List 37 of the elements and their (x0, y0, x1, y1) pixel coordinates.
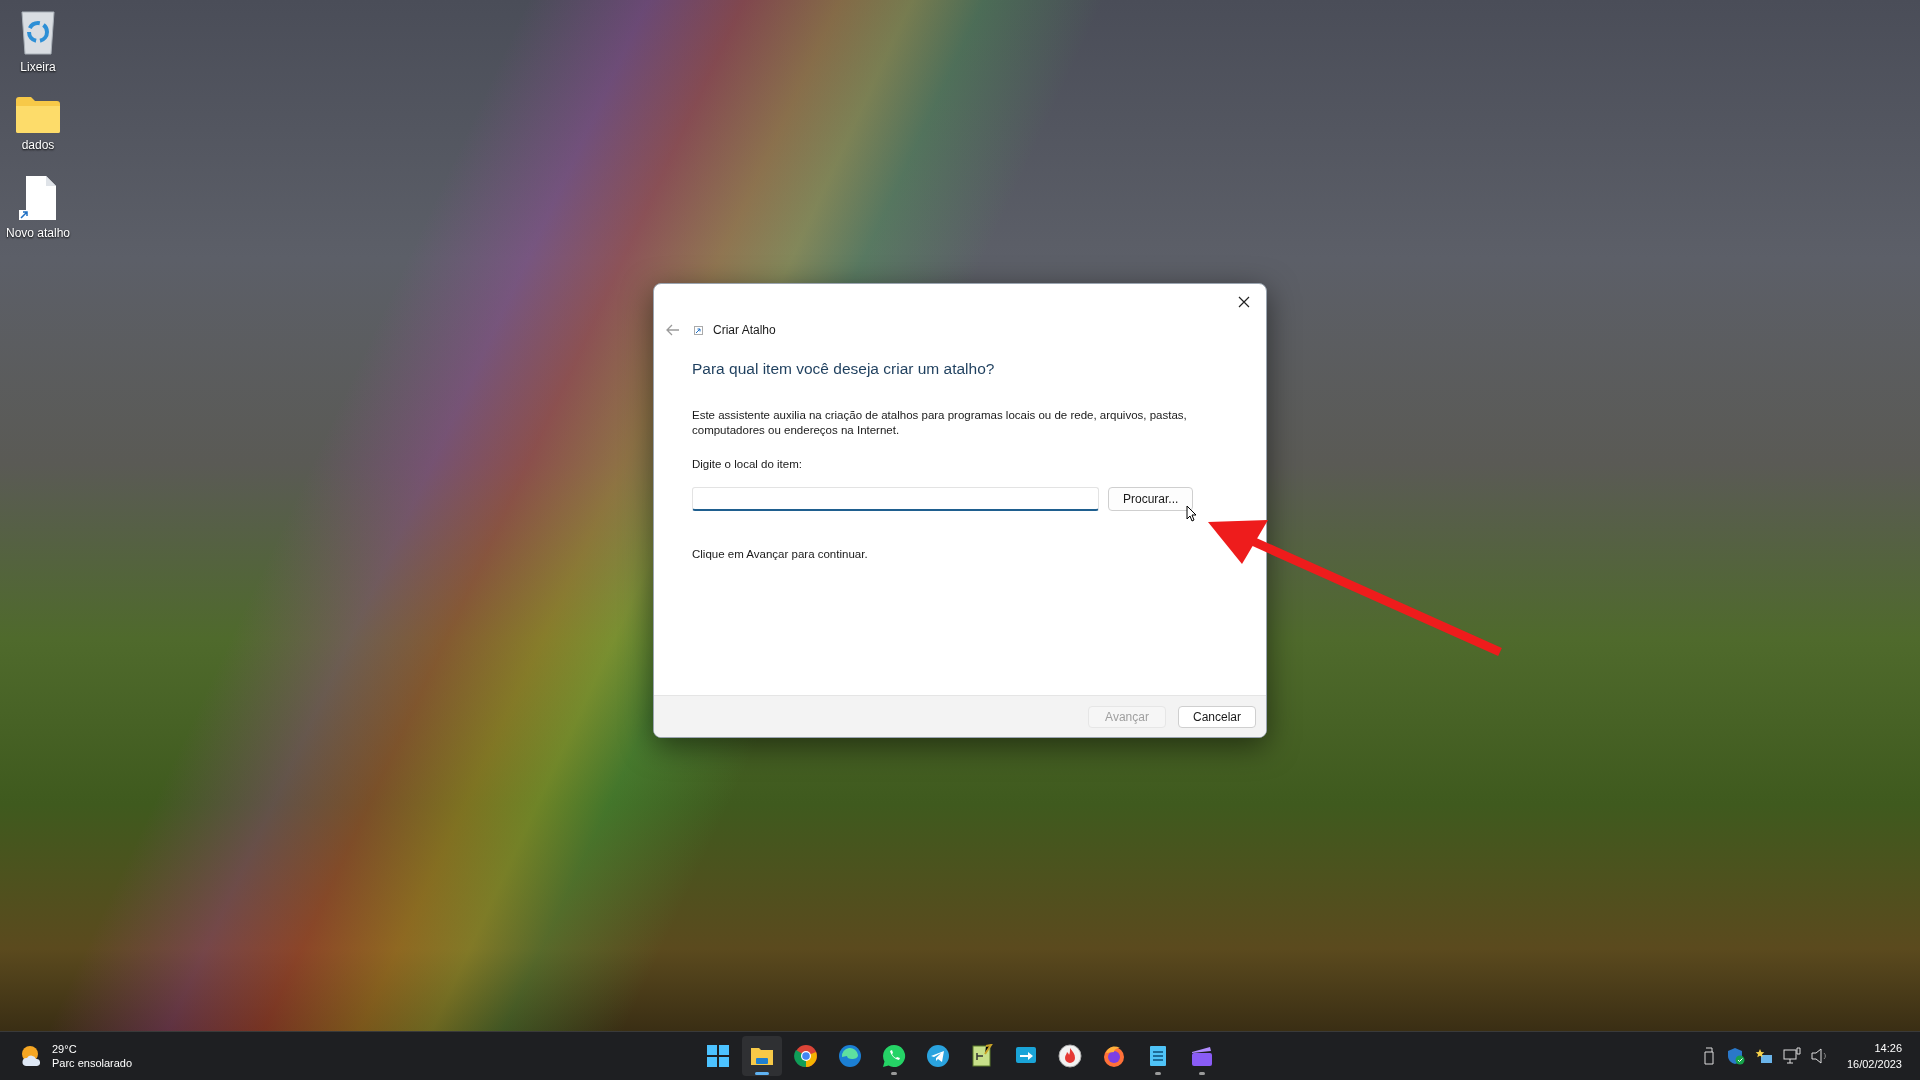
hint-text: Clique em Avançar para continuar. (692, 548, 869, 560)
shortcut-file-icon (18, 174, 58, 222)
flame-icon (1058, 1044, 1082, 1068)
recycle-bin-icon (18, 8, 58, 56)
start-icon (706, 1044, 730, 1068)
dialog-heading: Para qual item você deseja criar um atalho? (692, 360, 996, 378)
back-arrow-icon (666, 324, 680, 336)
taskbar-app-button[interactable] (742, 1036, 782, 1076)
weather-condition-text[interactable]: Parc ensolarado (52, 1056, 133, 1070)
location-input-field[interactable] (692, 486, 1099, 511)
desktop-icon-label[interactable]: Novo atalho (5, 226, 70, 240)
network-icon[interactable] (1782, 1047, 1801, 1065)
usb-drive-icon[interactable] (1702, 1047, 1717, 1065)
chat-bubble-icon (882, 1044, 906, 1068)
shortcut-icon (694, 325, 703, 335)
close-icon (1238, 296, 1250, 308)
temperature-text[interactable]: 29°C (52, 1042, 133, 1056)
dialog-button[interactable]: Cancelar (1178, 705, 1256, 728)
browser-icon (838, 1044, 862, 1068)
clapperboard-icon (1190, 1044, 1214, 1068)
clock-time[interactable]: 14:26 (1874, 1040, 1902, 1056)
browser-icon (794, 1044, 818, 1068)
document-edit-icon (970, 1044, 994, 1068)
speaker-icon[interactable] (1810, 1048, 1829, 1064)
paper-plane-icon (926, 1044, 950, 1068)
mouse-cursor-icon (1186, 505, 1198, 522)
shield-check-icon[interactable] (1726, 1047, 1745, 1065)
desktop-icon-label[interactable]: dados (21, 138, 55, 152)
folder-icon (15, 96, 61, 134)
star-screen-icon[interactable] (1754, 1048, 1773, 1064)
window-title: Criar Atalho (713, 323, 776, 337)
fox-globe-icon (1102, 1044, 1126, 1068)
field-label: Digite o local do item: (692, 458, 803, 470)
description-text: Este assistente auxilia na criação de atalhos para programas locais ou de rede, arquivos, pastas, computadores ou endereços na Internet. (692, 408, 1188, 438)
clock-date[interactable]: 16/02/2023 (1846, 1056, 1902, 1072)
desktop-icon-label[interactable]: Lixeira (20, 60, 56, 74)
browse-button[interactable]: Procurar... (1108, 486, 1194, 511)
